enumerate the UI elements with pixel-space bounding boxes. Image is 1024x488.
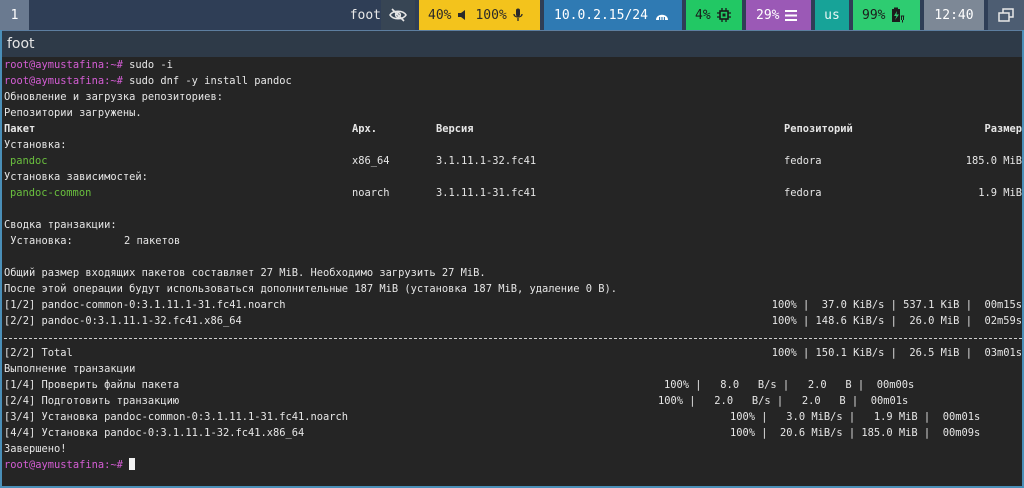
progress-label: [1/4] Проверить файлы пакета: [4, 379, 180, 391]
summary-line: Установка: 2 пакетов: [4, 233, 404, 249]
terminal-line: Репозитории загружены.: [4, 107, 142, 119]
cpu-value: 4%: [695, 7, 711, 23]
text-cursor: [129, 458, 136, 470]
package-arch: noarch: [352, 187, 390, 199]
focused-window-title-text: foot: [349, 7, 381, 23]
table-row: pandoc x86_64 3.1.11.1-32.fc41 fedora 18…: [4, 153, 1022, 169]
summary-count: 2 пакетов: [124, 235, 181, 247]
progress-label: [4/4] Установка pandoc-0:3.1.11.1-32.fc4…: [4, 427, 305, 439]
battery-charging-icon: [892, 7, 905, 23]
speaker-icon: [458, 10, 466, 20]
memory-bars-icon: [785, 9, 798, 21]
network-widget[interactable]: 10.0.2.15/24: [544, 0, 682, 30]
package-repo: fedora: [784, 187, 822, 199]
progress-label: [2/2] Total: [4, 347, 73, 359]
battery-value: 99%: [862, 7, 886, 23]
package-name: pandoc-common: [10, 187, 92, 199]
progress-line: [3/4] Установка pandoc-common-0:3.1.11.1…: [4, 409, 1022, 425]
audio-widget[interactable]: 40% 100%: [419, 0, 540, 30]
memory-value: 29%: [756, 7, 780, 23]
progress-line: [2/2] pandoc-0:3.1.11.1-32.fc41.x86_64 1…: [4, 313, 1022, 329]
command-text: sudo -i: [122, 59, 173, 71]
progress-stats: 100% | 37.0 KiB/s | 537.1 KiB | 00m15s: [771, 299, 1022, 311]
eye-off-icon: [389, 8, 407, 22]
terminal-line: Сводка транзакции:: [4, 219, 117, 231]
keyboard-layout-button[interactable]: us: [815, 0, 849, 30]
workspace-number: 1: [10, 7, 19, 23]
terminal-line: Завершено!: [4, 443, 67, 455]
table-row: pandoc-common noarch 3.1.11.1-31.fc41 fe…: [4, 185, 1022, 201]
terminal-line: Обновление и загрузка репозиториев:: [4, 91, 223, 103]
package-repo: fedora: [784, 155, 822, 167]
terminal-line: Установка зависимостей:: [4, 171, 148, 183]
clock[interactable]: 12:40: [924, 0, 984, 30]
progress-line: [4/4] Установка pandoc-0:3.1.11.1-32.fc4…: [4, 425, 1022, 441]
cpu-chip-icon: [716, 8, 731, 22]
terminal-line: root@aymustafina:~# sudo -i: [4, 57, 173, 73]
focused-window-title: foot: [335, 0, 381, 30]
package-size: 1.9 MiB: [978, 187, 1022, 199]
summary-label: Установка:: [4, 235, 73, 247]
package-version: 3.1.11.1-32.fc41: [436, 155, 537, 167]
shell-prompt: root@aymustafina:~#: [4, 59, 123, 71]
memory-widget[interactable]: 29%: [746, 0, 811, 30]
shell-prompt: root@aymustafina:~#: [4, 459, 123, 471]
progress-label: [2/2] pandoc-0:3.1.11.1-32.fc41.x86_64: [4, 315, 242, 327]
tray-button[interactable]: [988, 0, 1024, 30]
terminal-line: Установка:: [4, 139, 67, 151]
progress-line: [2/4] Подготовить транзакцию 100% | 2.0 …: [4, 393, 1022, 409]
progress-line: [2/2] Total 100% | 150.1 KiB/s | 26.5 Mi…: [4, 345, 1022, 361]
ip-address: 10.0.2.15/24: [554, 7, 648, 23]
window-titlebar[interactable]: foot: [2, 30, 1022, 57]
package-arch: x86_64: [352, 155, 390, 167]
terminal-window[interactable]: foot root@aymustafina:~# sudo -i root@ay…: [0, 30, 1024, 488]
progress-stats: 100% | 150.1 KiB/s | 26.5 MiB | 03m01s: [771, 347, 1022, 359]
volume-value: 40%: [428, 7, 452, 23]
progress-stats: 100% | 2.0 B/s | 2.0 B | 00m01s: [658, 395, 909, 407]
progress-line: [1/4] Проверить файлы пакета 100% | 8.0 …: [4, 377, 1022, 393]
progress-label: [1/2] pandoc-common-0:3.1.11.1-31.fc41.n…: [4, 299, 286, 311]
header-size: Размер: [984, 123, 1022, 135]
terminal-input-line[interactable]: root@aymustafina:~#: [4, 457, 136, 473]
header-version: Версия: [436, 123, 474, 135]
package-version: 3.1.11.1-31.fc41: [436, 187, 537, 199]
header-arch: Арх.: [352, 123, 378, 135]
progress-stats: 100% | 20.6 MiB/s | 185.0 MiB | 00m09s: [730, 427, 981, 439]
ethernet-icon: [655, 14, 668, 20]
progress-label: [3/4] Установка pandoc-common-0:3.1.11.1…: [4, 411, 349, 423]
microphone-icon: [513, 8, 523, 21]
progress-line: [1/2] pandoc-common-0:3.1.11.1-31.fc41.n…: [4, 297, 1022, 313]
separator: [4, 338, 1022, 339]
header-repo: Репозиторий: [784, 123, 853, 135]
status-bar: 1 foot 40% 100% 10.0.2.15/24 4% 29% us 9…: [0, 0, 1024, 30]
progress-stats: 100% | 3.0 MiB/s | 1.9 MiB | 00m01s: [730, 411, 981, 423]
terminal-output[interactable]: root@aymustafina:~# sudo -i root@aymusta…: [2, 57, 1022, 486]
terminal-line: Выполнение транзакции: [4, 363, 136, 375]
window-title: foot: [7, 36, 35, 52]
progress-stats: 100% | 148.6 KiB/s | 26.0 MiB | 02m59s: [771, 315, 1022, 327]
clock-value: 12:40: [934, 7, 974, 23]
progress-stats: 100% | 8.0 B/s | 2.0 B | 00m00s: [664, 379, 915, 391]
mic-value: 100%: [475, 7, 507, 23]
keyboard-layout-value: us: [824, 7, 840, 23]
workspace-button[interactable]: 1: [0, 0, 29, 30]
package-size: 185.0 MiB: [965, 155, 1022, 167]
shell-prompt: root@aymustafina:~#: [4, 75, 123, 87]
table-header: Пакет Арх. Версия Репозиторий Размер: [4, 121, 1022, 137]
idle-inhibitor-button[interactable]: [381, 0, 415, 30]
progress-label: [2/4] Подготовить транзакцию: [4, 395, 180, 407]
package-name: pandoc: [10, 155, 48, 167]
cpu-widget[interactable]: 4%: [686, 0, 742, 30]
terminal-line: root@aymustafina:~# sudo dnf -y install …: [4, 73, 292, 89]
terminal-line: После этой операции будут использоваться…: [4, 283, 618, 295]
windows-stack-icon: [998, 8, 1014, 22]
terminal-line: Общий размер входящих пакетов составляет…: [4, 267, 486, 279]
header-package: Пакет: [4, 123, 36, 135]
battery-widget[interactable]: 99%: [853, 0, 920, 30]
command-text: sudo dnf -y install pandoc: [122, 75, 292, 87]
